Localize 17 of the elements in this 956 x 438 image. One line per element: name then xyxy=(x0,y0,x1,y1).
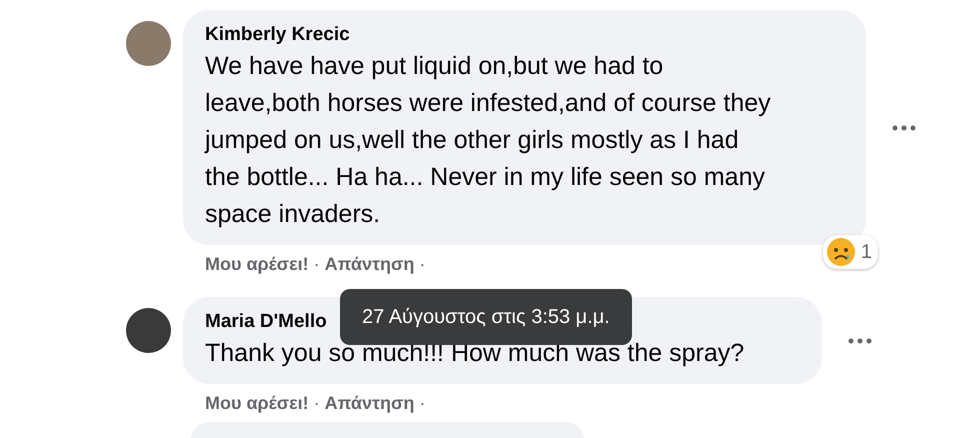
reaction-count[interactable]: 1 xyxy=(822,235,878,269)
separator: · xyxy=(419,392,426,414)
reply-link[interactable]: Απάντηση xyxy=(324,253,414,275)
more-options-icon[interactable] xyxy=(848,338,872,344)
sad-face-icon xyxy=(826,237,856,267)
author-name[interactable]: Kimberly Krecic xyxy=(205,22,844,48)
reaction-number: 1 xyxy=(860,240,872,265)
timestamp-tooltip: 27 Αύγουστος στις 3:53 μ.μ. xyxy=(340,289,632,345)
separator: · xyxy=(314,253,320,275)
more-options-icon[interactable] xyxy=(892,124,916,130)
avatar[interactable] xyxy=(126,308,171,353)
like-link[interactable]: Μου αρέσει! xyxy=(205,392,309,414)
separator: · xyxy=(314,392,320,414)
separator: · xyxy=(419,253,426,275)
like-link[interactable]: Μου αρέσει! xyxy=(205,253,309,275)
comment-text: We have have put liquid on,but we had to leave,both horses were infested,and of course they jumped on us,well the other girls mostly as I had the bottle... Ha ha... Never in my life seen so many space invaders. xyxy=(205,51,772,230)
reply-link[interactable]: Απάντηση xyxy=(324,392,414,414)
